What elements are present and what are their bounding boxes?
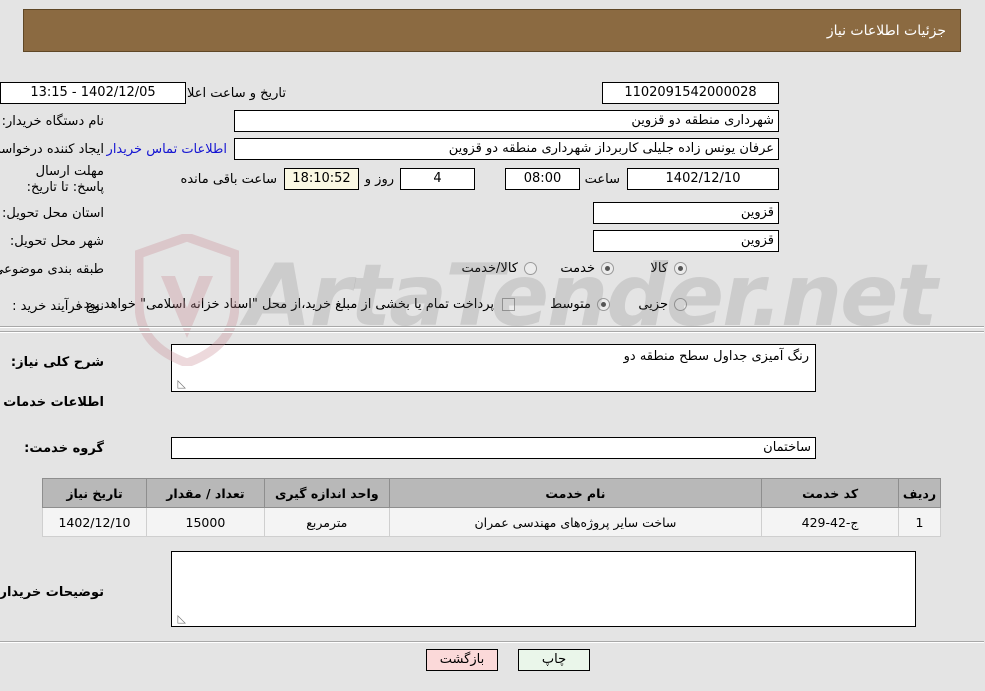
description-label: شرح کلی نیاز:	[11, 355, 105, 370]
resize-grip-icon[interactable]: ◺	[175, 378, 187, 390]
hour-label: ساعت	[585, 172, 621, 187]
table-header-row: ردیف کد خدمت نام خدمت واحد اندازه گیری ت…	[43, 478, 942, 508]
radio-category-kala-label: کالا	[651, 261, 669, 276]
countdown-field: 18:10:52	[285, 168, 360, 190]
divider-top	[0, 326, 985, 328]
services-table: ردیف کد خدمت نام خدمت واحد اندازه گیری ت…	[43, 478, 942, 537]
cell-date: 1402/12/10	[43, 507, 148, 537]
buyer-notes-textarea[interactable]: ◺	[172, 551, 917, 627]
buyer-org-field[interactable]: شهرداری منطقه دو قزوین	[235, 110, 780, 132]
services-section-title: اطلاعات خدمات مورد نیاز	[0, 395, 105, 410]
divider-bottom	[0, 641, 985, 643]
buyer-notes-label: توضیحات خریدار:	[0, 585, 105, 600]
print-button[interactable]: چاپ	[519, 649, 591, 671]
radio-category-kala-khedmat[interactable]	[525, 262, 538, 275]
cell-quantity: 15000	[146, 507, 266, 537]
col-unit: واحد اندازه گیری	[264, 478, 391, 508]
service-group-field[interactable]: ساختمان	[172, 437, 817, 459]
province-label: استان محل تحویل:	[3, 206, 105, 221]
city-field[interactable]: قزوین	[594, 230, 780, 252]
radio-process-motavasset[interactable]	[598, 298, 611, 311]
need-number-field[interactable]: 1102091542000028	[603, 82, 780, 104]
page-title: جزئیات اطلاعات نیاز	[827, 23, 947, 39]
cell-radif: 1	[899, 507, 942, 537]
cell-unit: مترمربع	[264, 507, 391, 537]
province-field[interactable]: قزوین	[594, 202, 780, 224]
col-code: کد خدمت	[762, 478, 901, 508]
radio-category-kala-khedmat-label: کالا/خدمت	[462, 261, 519, 276]
service-group-label: گروه خدمت:	[25, 441, 105, 456]
radio-category-kala[interactable]	[675, 262, 688, 275]
creator-label: ایجاد کننده درخواست:	[0, 142, 105, 157]
deadline-date-field[interactable]: 1402/12/10	[628, 168, 780, 190]
category-label: طبقه بندی موضوعی:	[0, 262, 105, 277]
deadline-time-field[interactable]: 08:00	[506, 168, 581, 190]
description-text: رنگ آمیزی جداول سطح منطقه دو	[624, 349, 810, 364]
back-button[interactable]: بازگشت	[427, 649, 499, 671]
treasury-checkbox[interactable]	[503, 298, 516, 311]
remaining-days-field[interactable]: 4	[401, 168, 476, 190]
treasury-checkbox-label: پرداخت تمام یا بخشی از مبلغ خرید،از محل …	[80, 297, 495, 312]
col-name: نام خدمت	[389, 478, 764, 508]
radio-category-khedmat[interactable]	[602, 262, 615, 275]
city-label: شهر محل تحویل:	[10, 234, 105, 249]
page-header: جزئیات اطلاعات نیاز	[24, 9, 962, 52]
days-label: روز و	[365, 172, 395, 187]
radio-category-khedmat-label: خدمت	[561, 261, 596, 276]
deadline-label: مهلت ارسال پاسخ: تا تاریخ:	[27, 164, 105, 195]
col-date: تاریخ نیاز	[43, 478, 148, 508]
buyer-org-label: نام دستگاه خریدار:	[2, 114, 105, 129]
cell-code: ج-42-429	[762, 507, 901, 537]
description-textarea[interactable]: رنگ آمیزی جداول سطح منطقه دو ◺	[172, 344, 817, 392]
col-quantity: تعداد / مقدار	[146, 478, 266, 508]
announcement-field[interactable]: 1402/12/05 - 13:15	[1, 82, 187, 104]
remaining-hours-label: ساعت باقی مانده	[181, 172, 278, 187]
table-row: 1 ج-42-429 ساخت سایر پروژه‌های مهندسی عم…	[43, 507, 942, 537]
radio-process-jozi-label: جزیی	[639, 297, 669, 312]
creator-field[interactable]: عرفان یونس زاده جلیلی کاربرداز شهرداری م…	[235, 138, 780, 160]
cell-name: ساخت سایر پروژه‌های مهندسی عمران	[389, 507, 764, 537]
resize-grip-icon-notes[interactable]: ◺	[175, 613, 187, 625]
buyer-contact-link[interactable]: اطلاعات تماس خریدار	[108, 142, 228, 157]
divider-second	[0, 331, 985, 333]
col-radif: ردیف	[899, 478, 942, 508]
radio-process-motavasset-label: متوسط	[551, 297, 592, 312]
radio-process-jozi[interactable]	[675, 298, 688, 311]
